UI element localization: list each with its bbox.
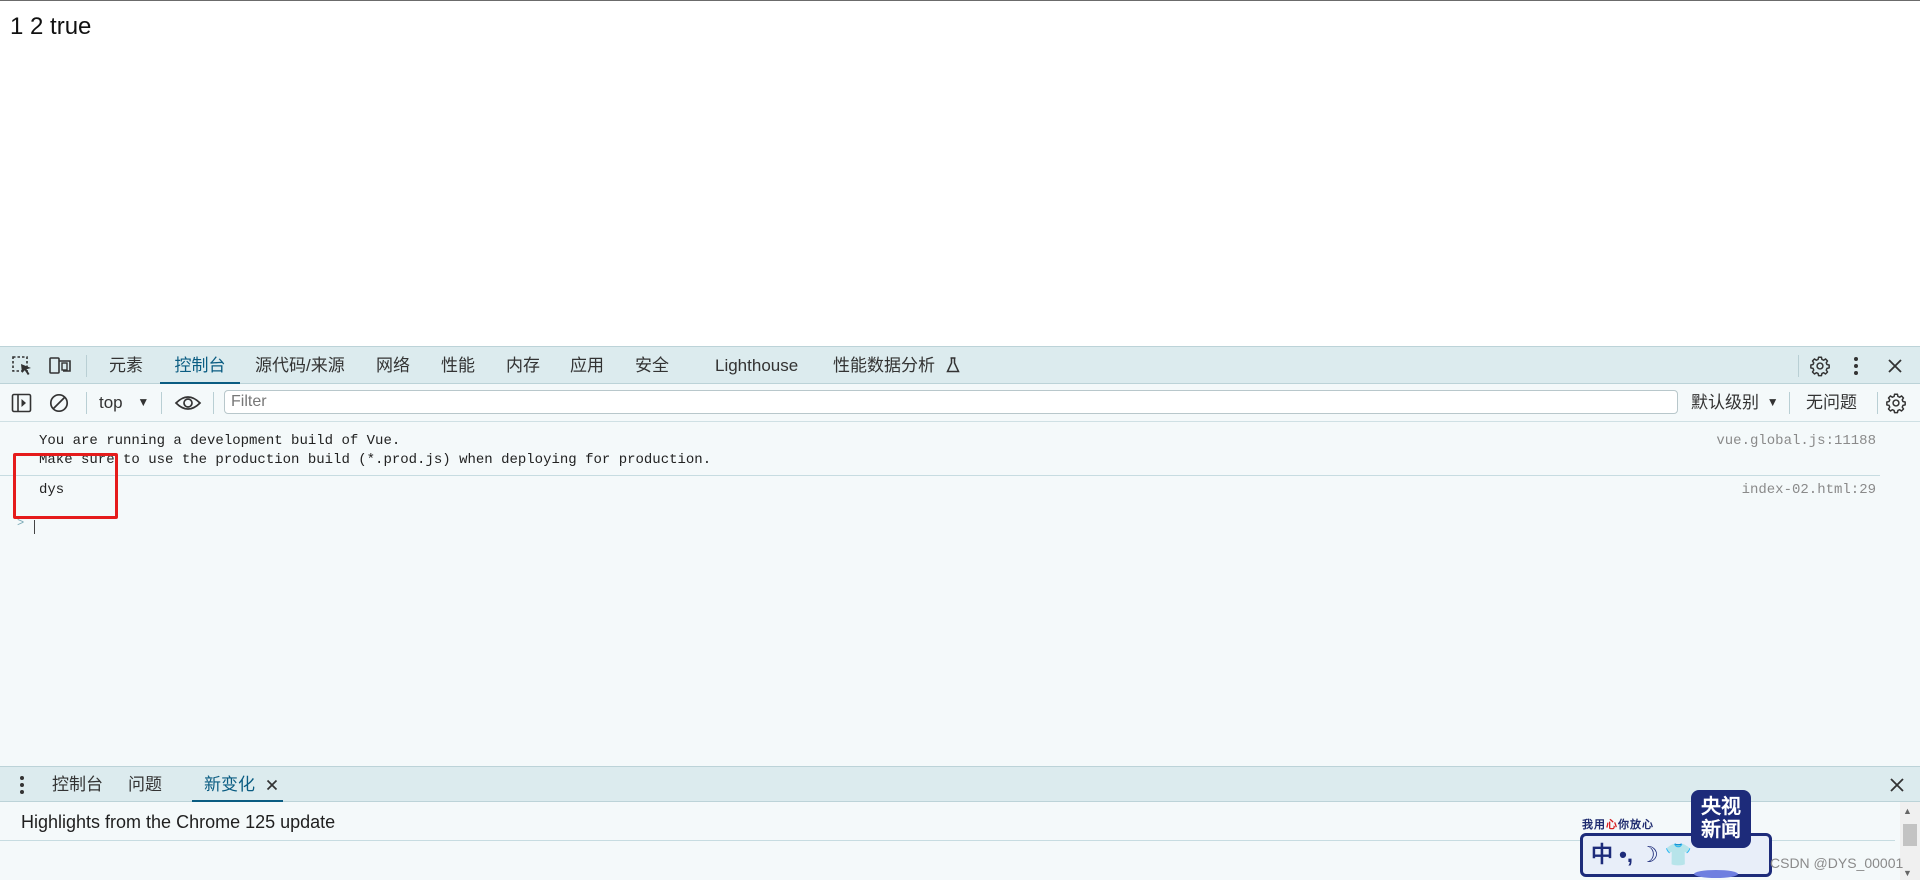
chevron-down-icon: ▼ (137, 395, 150, 409)
console-message-line: Make sure to use the production build (*… (39, 452, 712, 468)
console-toolbar: top ▼ 默认级别 ▼ 无问题 (0, 384, 1920, 422)
context-selector-value: top (99, 393, 123, 412)
toolbar-divider (86, 355, 87, 377)
scroll-down-icon[interactable]: ▼ (1903, 868, 1912, 878)
watermark-slogan-a: 我用 (1582, 819, 1606, 831)
close-tab-icon[interactable] (266, 779, 278, 791)
watermark-slogan-heart: 心 (1606, 819, 1618, 831)
page-output-text: 1 2 true (10, 13, 92, 40)
live-expression-eye-icon[interactable] (174, 394, 202, 412)
tab-performance[interactable]: 性能 (441, 347, 475, 384)
cctv-news-watermark: 我用心你放心 中 •, ☽ 👕 央视 新闻 (1576, 790, 1772, 880)
tab-performance-insights-label: 性能数据分析 (833, 356, 935, 375)
devtools-main-tabbar: 元素 控制台 源代码/来源 网络 性能 内存 应用 安全 Lighthouse … (0, 346, 1920, 384)
context-selector[interactable]: top ▼ (99, 384, 149, 421)
drawer-tab-whats-new-label: 新变化 (204, 775, 255, 794)
tab-performance-insights[interactable]: 性能数据分析 (833, 347, 960, 384)
tab-network[interactable]: 网络 (376, 347, 410, 384)
toolbar-divider (86, 392, 87, 414)
sidebar-toggle-icon[interactable] (11, 393, 33, 413)
inspect-element-icon[interactable] (12, 356, 34, 376)
console-source-link[interactable]: vue.global.js:11188 (1716, 433, 1876, 449)
clear-console-icon[interactable] (49, 393, 69, 413)
log-levels-label: 默认级别 (1691, 393, 1759, 412)
tab-application[interactable]: 应用 (570, 347, 604, 384)
close-drawer-icon[interactable] (1889, 777, 1905, 793)
console-input-caret[interactable] (34, 520, 35, 534)
drawer-more-icon[interactable] (18, 775, 26, 795)
filter-input[interactable] (225, 391, 1677, 413)
console-settings-gear-icon[interactable] (1885, 392, 1907, 414)
watermark-slogan: 我用心你放心 (1582, 816, 1654, 832)
whats-new-heading: Highlights from the Chrome 125 update (21, 812, 336, 832)
tab-security[interactable]: 安全 (635, 347, 669, 384)
tab-memory[interactable]: 内存 (506, 347, 540, 384)
csdn-credit: CSDN @DYS_00001 (1770, 855, 1904, 871)
console-message: dys index-02.html:29 (0, 482, 1880, 504)
settings-gear-icon[interactable] (1809, 355, 1831, 377)
toolbar-divider (1789, 392, 1790, 414)
more-options-icon[interactable] (1852, 356, 1860, 376)
tab-console[interactable]: 控制台 (160, 347, 240, 384)
toolbar-divider (213, 392, 214, 414)
message-divider (0, 475, 1880, 476)
drawer-tab-console[interactable]: 控制台 (52, 767, 103, 802)
console-message-line: You are running a development build of V… (39, 433, 401, 449)
toolbar-divider (1798, 355, 1799, 377)
toolbar-divider (161, 392, 162, 414)
logo-line: 央视 (1701, 796, 1741, 818)
watermark-ellipse (1694, 870, 1738, 878)
device-toolbar-icon[interactable] (48, 356, 72, 376)
scroll-up-icon[interactable]: ▲ (1903, 806, 1912, 816)
toolbar-divider (1877, 392, 1878, 414)
console-source-link[interactable]: index-02.html:29 (1742, 482, 1876, 498)
tab-elements[interactable]: 元素 (109, 347, 143, 384)
chevron-down-icon: ▼ (1766, 395, 1779, 409)
log-levels-dropdown[interactable]: 默认级别 ▼ (1691, 384, 1779, 421)
flask-icon (946, 357, 960, 373)
drawer-tab-issues[interactable]: 问题 (128, 767, 162, 802)
web-page-viewport: 1 2 true (0, 0, 1920, 346)
console-message: You are running a development build of V… (0, 431, 1880, 475)
scrollbar-thumb[interactable] (1903, 824, 1917, 846)
logo-line: 新闻 (1701, 819, 1741, 841)
tab-sources[interactable]: 源代码/来源 (255, 347, 345, 384)
issues-button[interactable]: 无问题 (1806, 384, 1857, 421)
filter-field[interactable] (224, 390, 1678, 414)
close-devtools-icon[interactable] (1887, 358, 1903, 374)
console-prompt-symbol: > (17, 516, 25, 530)
drawer-tab-whats-new[interactable]: 新变化 (192, 767, 283, 802)
cctv-news-logo: 央视 新闻 (1691, 790, 1751, 848)
watermark-slogan-b: 你放心 (1618, 819, 1654, 831)
annotation-highlight-box (13, 453, 118, 519)
tab-lighthouse[interactable]: Lighthouse (715, 347, 798, 384)
